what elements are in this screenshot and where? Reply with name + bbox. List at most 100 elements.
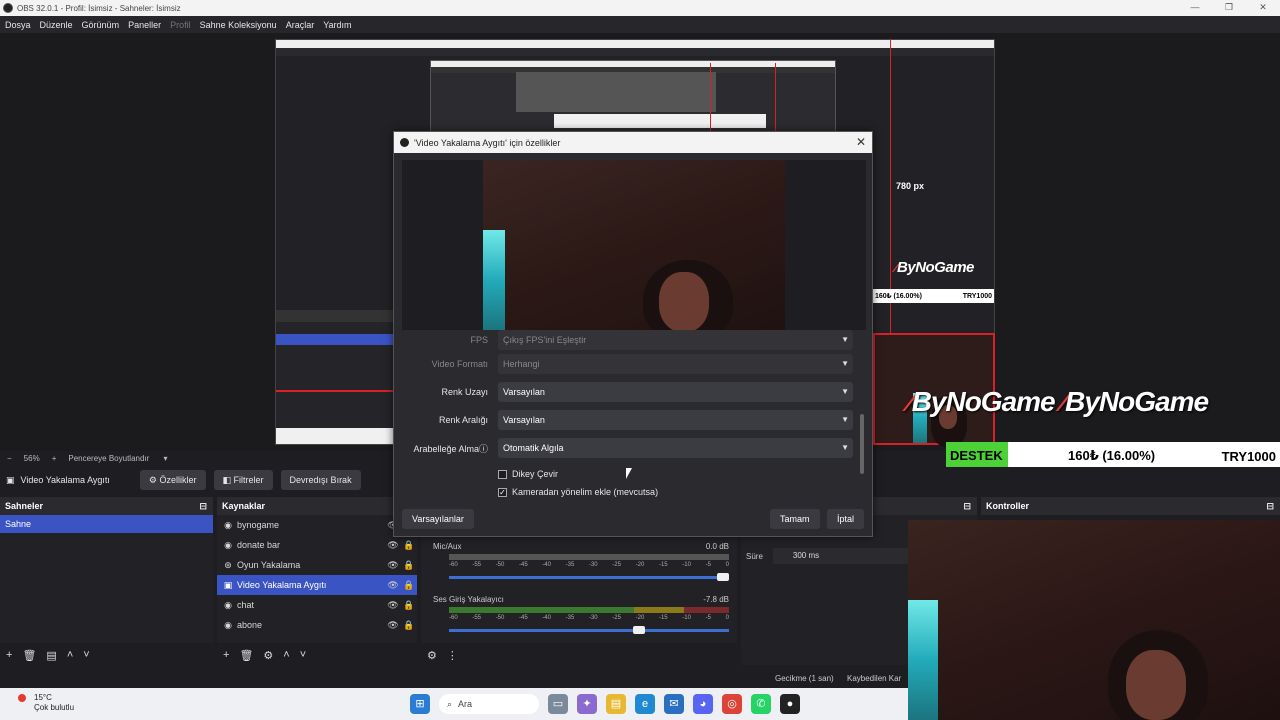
- color-space-select[interactable]: Varsayılan ▼: [498, 382, 853, 402]
- zoom-plus-icon[interactable]: +: [52, 454, 57, 463]
- form-row: Renk Uzayı Varsayılan ▼: [402, 378, 853, 406]
- mixer-settings-icon[interactable]: ⚙: [427, 649, 437, 662]
- add-icon[interactable]: +: [223, 649, 229, 661]
- temperature: 15°C: [34, 693, 52, 702]
- source-row[interactable]: ◉ donate bar 👁 🔒: [217, 535, 417, 555]
- file-explorer-icon[interactable]: ▤: [606, 694, 626, 714]
- properties-button[interactable]: ⚙ Özellikler: [139, 470, 206, 490]
- dropdown-arrow-icon: ▼: [841, 443, 849, 452]
- lock-icon[interactable]: 🔒: [401, 580, 417, 591]
- meter-tick: -5: [705, 615, 711, 621]
- zoom-level[interactable]: 56%: [24, 454, 40, 463]
- task-view-icon[interactable]: ▭: [548, 694, 568, 714]
- source-row[interactable]: ▣ Video Yakalama Aygıtı 👁 🔒: [217, 575, 417, 595]
- chrome-icon[interactable]: ◎: [722, 694, 742, 714]
- copilot-icon[interactable]: ✦: [577, 694, 597, 714]
- flip-vertical-checkbox[interactable]: Dikey Çevir: [498, 469, 558, 479]
- chevron-up-icon[interactable]: ˄: [67, 649, 73, 661]
- taskbar-search[interactable]: ⌕ Ara: [439, 694, 539, 714]
- transition-duration: Süre 300 ms: [746, 548, 923, 564]
- dock-menu-icon[interactable]: ⊟: [1266, 497, 1274, 515]
- close-icon[interactable]: ✕: [856, 135, 866, 149]
- obs-taskbar-icon[interactable]: ●: [780, 694, 800, 714]
- sources-dock: Kaynaklar ◉ bynogame 👁🔒 ◉ donate bar 👁🔒 …: [217, 497, 417, 665]
- defaults-button[interactable]: Varsayılanlar: [402, 509, 474, 529]
- menu-araclar[interactable]: Araçlar: [286, 20, 315, 30]
- video-format-select[interactable]: Herhangi ▼: [498, 354, 853, 374]
- minimize-icon[interactable]: —: [1178, 0, 1212, 16]
- ok-button[interactable]: Tamam: [770, 509, 820, 529]
- trash-icon[interactable]: 🗑: [239, 649, 253, 662]
- lock-icon[interactable]: 🔒: [401, 600, 417, 611]
- search-placeholder: Ara: [458, 699, 473, 709]
- close-icon[interactable]: ✕: [1246, 0, 1280, 16]
- menu-dosya[interactable]: Dosya: [5, 20, 31, 30]
- edge-icon[interactable]: e: [635, 694, 655, 714]
- eye-icon[interactable]: 👁: [385, 540, 401, 551]
- cancel-button[interactable]: İptal: [827, 509, 865, 529]
- deactivate-button[interactable]: Devredışı Bırak: [280, 470, 361, 490]
- add-icon[interactable]: +: [6, 649, 12, 661]
- dialog-scrollbar[interactable]: [860, 414, 864, 474]
- chevron-down-icon[interactable]: ˅: [83, 649, 89, 661]
- window-title: OBS 32.0.1 - Profil: İsimsiz - Sahneler:…: [17, 3, 181, 13]
- color-range-select[interactable]: Varsayılan ▼: [498, 410, 853, 430]
- webcam-overlay: [908, 520, 1280, 720]
- dock-menu-icon[interactable]: ⊟: [963, 497, 971, 515]
- window-controls: — ❐ ✕: [1178, 0, 1280, 16]
- filter-icon[interactable]: ▤: [46, 649, 56, 662]
- checkbox-unchecked[interactable]: [498, 469, 507, 479]
- duration-input[interactable]: 300 ms: [772, 548, 923, 564]
- lock-icon[interactable]: 🔒: [401, 560, 417, 571]
- chevron-up-icon[interactable]: ˄: [283, 649, 289, 661]
- dock-menu-icon[interactable]: ⊟: [199, 497, 207, 515]
- scene-item[interactable]: Sahne: [0, 515, 213, 533]
- sources-footer: + 🗑 ⚙ ˄ ˅: [217, 645, 417, 665]
- menu-sahne-koleksiyonu[interactable]: Sahne Koleksiyonu: [200, 20, 277, 30]
- scale-mode-select[interactable]: Pencereye Boyutlandır ▾: [68, 454, 167, 463]
- bynogame-logo-small: ⁄ByNoGame: [895, 259, 974, 276]
- more-icon[interactable]: ⋮: [447, 649, 458, 662]
- buffering-select[interactable]: Otomatik Algıla ▼: [498, 438, 853, 458]
- obs-window: OBS 32.0.1 - Profil: İsimsiz - Sahneler:…: [0, 0, 1280, 720]
- windows-start-icon[interactable]: ⊞: [410, 694, 430, 714]
- volume-slider[interactable]: [449, 626, 729, 634]
- menu-gorunum[interactable]: Görünüm: [82, 20, 120, 30]
- zoom-minus-icon[interactable]: −: [7, 454, 12, 463]
- menu-profil[interactable]: Profil: [170, 20, 191, 30]
- help-icon[interactable]: ⓘ: [479, 444, 488, 454]
- eye-icon[interactable]: 👁: [385, 600, 401, 611]
- source-row[interactable]: ◉ abone 👁 🔒: [217, 615, 417, 635]
- volume-knob[interactable]: [633, 626, 645, 634]
- eye-icon[interactable]: 👁: [385, 580, 401, 591]
- fps-select[interactable]: Çıkış FPS'ini Eşleştir ▼: [498, 330, 853, 350]
- channel-db: -7.8 dB: [703, 595, 729, 604]
- nested-capture-3: [516, 72, 716, 112]
- weather-widget[interactable]: 15°C Çok bulutlu: [18, 693, 74, 713]
- eye-icon[interactable]: 👁: [385, 620, 401, 631]
- chevron-down-icon[interactable]: ˅: [300, 649, 306, 661]
- trash-icon[interactable]: 🗑: [22, 649, 36, 662]
- source-row[interactable]: ◉ chat 👁 🔒: [217, 595, 417, 615]
- filters-button[interactable]: ◧ Filtreler: [213, 470, 273, 490]
- discord-icon[interactable]: ◕: [693, 694, 713, 714]
- check-icon[interactable]: ✓: [498, 487, 507, 497]
- volume-knob[interactable]: [717, 573, 729, 581]
- mail-icon[interactable]: ✉: [664, 694, 684, 714]
- eye-icon[interactable]: 👁: [385, 560, 401, 571]
- measure-label: 780 px: [896, 181, 925, 191]
- lock-icon[interactable]: 🔒: [401, 540, 417, 551]
- source-row[interactable]: ⊛ Oyun Yakalama 👁 🔒: [217, 555, 417, 575]
- source-row[interactable]: ◉ bynogame 👁🔒: [217, 515, 417, 535]
- mixer-channel: Ses Giriş Yakalayıcı -7.8 dB -60 -55 -50 -4…: [433, 595, 729, 634]
- maximize-icon[interactable]: ❐: [1212, 0, 1246, 16]
- lock-icon[interactable]: 🔒: [401, 620, 417, 631]
- volume-slider[interactable]: [449, 573, 729, 581]
- menu-yardim[interactable]: Yardım: [323, 20, 351, 30]
- orientation-checkbox[interactable]: ✓ Kameradan yönelim ekle (mevcutsa): [498, 487, 658, 497]
- menu-paneller[interactable]: Paneller: [128, 20, 161, 30]
- menu-duzenle[interactable]: Düzenle: [40, 20, 73, 30]
- gear-icon[interactable]: ⚙: [263, 649, 273, 662]
- whatsapp-icon[interactable]: ✆: [751, 694, 771, 714]
- weather-icon: [18, 694, 26, 702]
